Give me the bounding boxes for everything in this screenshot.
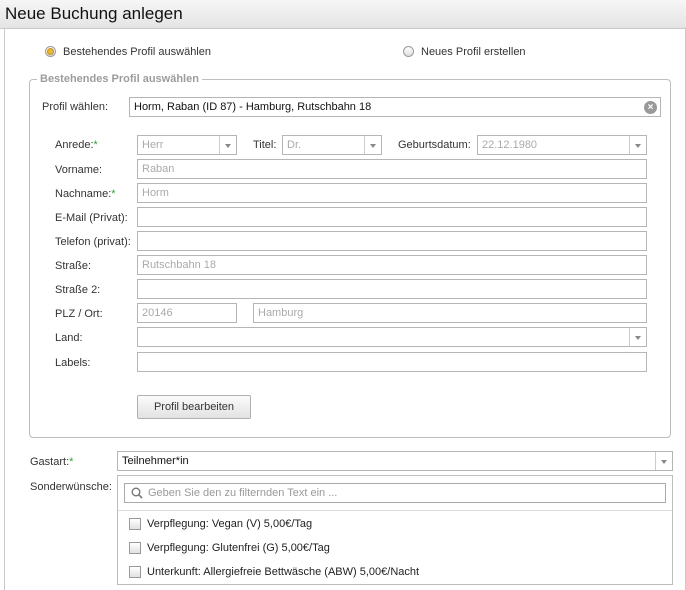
radio-new-profile[interactable] xyxy=(403,46,414,57)
anrede-select[interactable]: Herr xyxy=(137,135,237,155)
profile-select-value: Horm, Raban (ID 87) - Hamburg, Rutschbah… xyxy=(134,101,372,113)
radio-existing-profile-label[interactable]: Bestehendes Profil auswählen xyxy=(63,46,211,58)
window-titlebar: Neue Buchung anlegen xyxy=(0,0,686,29)
chevron-down-icon[interactable] xyxy=(655,452,672,470)
gastart-select[interactable]: Teilnehmer*in xyxy=(117,451,673,471)
search-icon xyxy=(131,487,143,499)
titel-select[interactable]: Dr. xyxy=(282,135,382,155)
sonderwuensche-label: Sonderwünsche: xyxy=(30,481,112,493)
radio-new-profile-label[interactable]: Neues Profil erstellen xyxy=(421,46,526,58)
profile-select-input[interactable]: Horm, Raban (ID 87) - Hamburg, Rutschbah… xyxy=(129,97,661,117)
geburtsdatum-value: 22.12.1980 xyxy=(482,139,538,151)
option-label[interactable]: Verpflegung: Glutenfrei (G) 5,00€/Tag xyxy=(147,542,330,554)
chevron-down-icon[interactable] xyxy=(629,136,646,154)
labels-input[interactable] xyxy=(137,352,647,372)
radio-existing-profile[interactable] xyxy=(45,46,56,57)
land-label: Land: xyxy=(55,332,83,344)
gastart-label: Gastart:* xyxy=(30,456,74,468)
strasse-label: Straße: xyxy=(55,260,92,272)
divider xyxy=(118,510,672,511)
telefon-input[interactable] xyxy=(137,231,647,251)
anrede-label: Anrede:* xyxy=(55,139,98,151)
ort-input[interactable]: Hamburg xyxy=(253,303,647,323)
filter-input[interactable]: Geben Sie den zu filternden Text ein ... xyxy=(124,483,666,503)
strasse2-label: Straße 2: xyxy=(55,284,101,296)
profile-select-label: Profil wählen: xyxy=(42,101,109,113)
vorname-input[interactable]: Raban xyxy=(137,159,647,179)
gastart-value: Teilnehmer*in xyxy=(122,455,189,467)
filter-placeholder: Geben Sie den zu filternden Text ein ... xyxy=(148,487,338,499)
sonderwuensche-panel: Geben Sie den zu filternden Text ein ...… xyxy=(117,475,673,585)
labels-label: Labels: xyxy=(55,357,91,369)
chevron-down-icon[interactable] xyxy=(629,328,646,346)
vorname-label: Vorname: xyxy=(55,164,103,176)
chevron-down-icon[interactable] xyxy=(219,136,236,154)
telefon-label: Telefon (privat): xyxy=(55,236,131,248)
strasse2-input[interactable] xyxy=(137,279,647,299)
nachname-input[interactable]: Horm xyxy=(137,183,647,203)
email-label: E-Mail (Privat): xyxy=(55,212,128,224)
option-label[interactable]: Verpflegung: Vegan (V) 5,00€/Tag xyxy=(147,518,312,530)
titel-value: Dr. xyxy=(287,139,302,151)
plz-ort-label: PLZ / Ort: xyxy=(55,308,103,320)
plz-input[interactable]: 20146 xyxy=(137,303,237,323)
strasse-input[interactable]: Rutschbahn 18 xyxy=(137,255,647,275)
edit-profile-button[interactable]: Profil bearbeiten xyxy=(137,395,251,419)
nachname-label: Nachname:* xyxy=(55,188,116,200)
email-input[interactable] xyxy=(137,207,647,227)
land-select[interactable] xyxy=(137,327,647,347)
geburtsdatum-input[interactable]: 22.12.1980 xyxy=(477,135,647,155)
option-checkbox[interactable] xyxy=(129,542,141,554)
window-title: Neue Buchung anlegen xyxy=(5,4,183,23)
titel-label: Titel: xyxy=(253,139,277,151)
option-checkbox[interactable] xyxy=(129,518,141,530)
clear-icon[interactable]: × xyxy=(644,101,657,114)
geburtsdatum-label: Geburtsdatum: xyxy=(398,139,471,151)
chevron-down-icon[interactable] xyxy=(364,136,381,154)
option-label[interactable]: Unterkunft: Allergiefreie Bettwäsche (AB… xyxy=(147,566,419,578)
anrede-value: Herr xyxy=(142,139,164,151)
option-checkbox[interactable] xyxy=(129,566,141,578)
existing-profile-group-legend: Bestehendes Profil auswählen xyxy=(40,73,199,85)
